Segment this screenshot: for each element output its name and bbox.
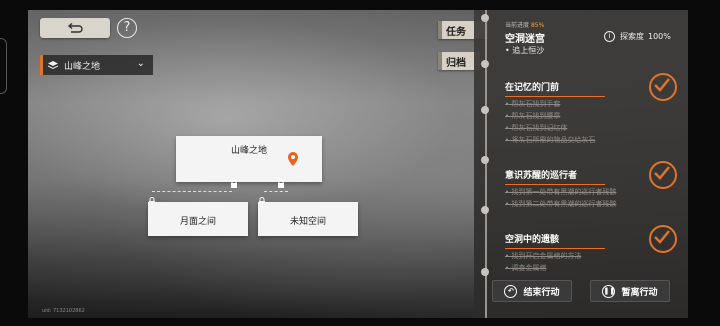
map-node-current[interactable]: 山峰之地	[176, 136, 322, 182]
tab-label: 任务	[446, 26, 466, 38]
exploration-percent: 100%	[648, 32, 671, 41]
quest-section: 意识苏醒的巡行者 • 找到第一处带有黑潮的巡行者残骸 • 找到第二处带有黑潮的巡…	[505, 161, 677, 209]
device-bezel	[0, 38, 7, 94]
timeline-dot	[481, 268, 489, 276]
task-item: • 找到第一处带有黑潮的巡行者残骸	[505, 188, 617, 196]
pause-action-button[interactable]: ❚❚ 暂离行动	[590, 280, 670, 302]
end-action-button[interactable]: ↶ 结束行动	[492, 280, 572, 302]
layers-icon	[48, 60, 58, 69]
back-arrow-icon	[67, 23, 83, 33]
help-icon: ?	[123, 20, 131, 35]
chevron-down-icon: ⌄	[136, 58, 145, 69]
progress-percent: 85%	[530, 22, 545, 29]
timeline-dot	[481, 206, 489, 214]
timeline-dot	[481, 60, 489, 68]
button-label: 暂离行动	[621, 287, 658, 298]
task-item: • 帮灰石找到腰章	[505, 112, 561, 120]
map-connector	[152, 191, 232, 193]
lock-icon	[278, 179, 284, 188]
section-title: 意识苏醒的巡行者	[505, 168, 605, 185]
back-button[interactable]	[40, 18, 110, 38]
pause-icon: ❚❚	[602, 284, 616, 298]
task-item: • 找到第二处带有黑潮的巡行者残骸	[505, 200, 617, 208]
quest-objective: • 追上恒沙	[505, 46, 545, 55]
exploration-rate[interactable]: i 探索度 100%	[604, 31, 671, 42]
button-label: 结束行动	[523, 287, 560, 298]
game-screen: ? 山峰之地 ⌄ 山峰之地 月面之间 未知空间 uid: 7132102862 …	[28, 10, 688, 318]
section-title: 空洞中的遗骸	[505, 232, 605, 249]
task-item: • 帮灰石找到记忆体	[505, 124, 568, 132]
progress-label: 当前进度 85%	[505, 20, 544, 29]
check-icon	[649, 73, 677, 101]
task-item: • 帮灰石找到手套	[505, 100, 561, 108]
region-dropdown[interactable]: 山峰之地 ⌄	[40, 55, 153, 75]
task-item: • 找到开启金属棺的方法	[505, 252, 582, 260]
quest-section: 在记忆的门前 • 帮灰石找到手套 • 帮灰石找到腰章 • 帮灰石找到记忆体 • …	[505, 73, 677, 145]
quest-panel: 当前进度 85% 空洞迷宫 • 追上恒沙 i 探索度 100% 在记忆的门前 •…	[474, 10, 688, 318]
map-node-locked[interactable]: 未知空间	[258, 202, 358, 236]
map-node-label: 月面之间	[179, 217, 216, 227]
info-icon: i	[604, 31, 615, 42]
user-id: uid: 7132102862	[42, 308, 85, 314]
check-icon	[649, 225, 677, 253]
quest-title: 空洞迷宫	[505, 34, 545, 45]
quest-section: 空洞中的遗骸 • 找到开启金属棺的方法 • 调查金属棺	[505, 225, 677, 273]
tab-label: 归档	[446, 57, 466, 69]
help-button[interactable]: ?	[117, 18, 137, 38]
timeline-dot	[481, 106, 489, 114]
location-pin-icon	[288, 152, 298, 166]
lock-icon	[231, 179, 237, 188]
check-icon	[649, 161, 677, 189]
exit-icon: ↶	[504, 284, 518, 298]
map-node-label: 未知空间	[289, 217, 326, 227]
section-title: 在记忆的门前	[505, 80, 605, 97]
task-item: • 调查金属棺	[505, 264, 547, 272]
map-node-locked[interactable]: 月面之间	[148, 202, 248, 236]
progress-text: 当前进度	[505, 22, 530, 29]
map-node-label: 山峰之地	[230, 146, 267, 156]
timeline-dot	[481, 156, 489, 164]
timeline-dot	[481, 14, 489, 22]
exploration-label: 探索度	[620, 32, 644, 41]
map-connector	[264, 191, 288, 193]
task-item: • 将灰石所需的物品交给灰石	[505, 136, 596, 144]
region-name: 山峰之地	[64, 61, 101, 72]
